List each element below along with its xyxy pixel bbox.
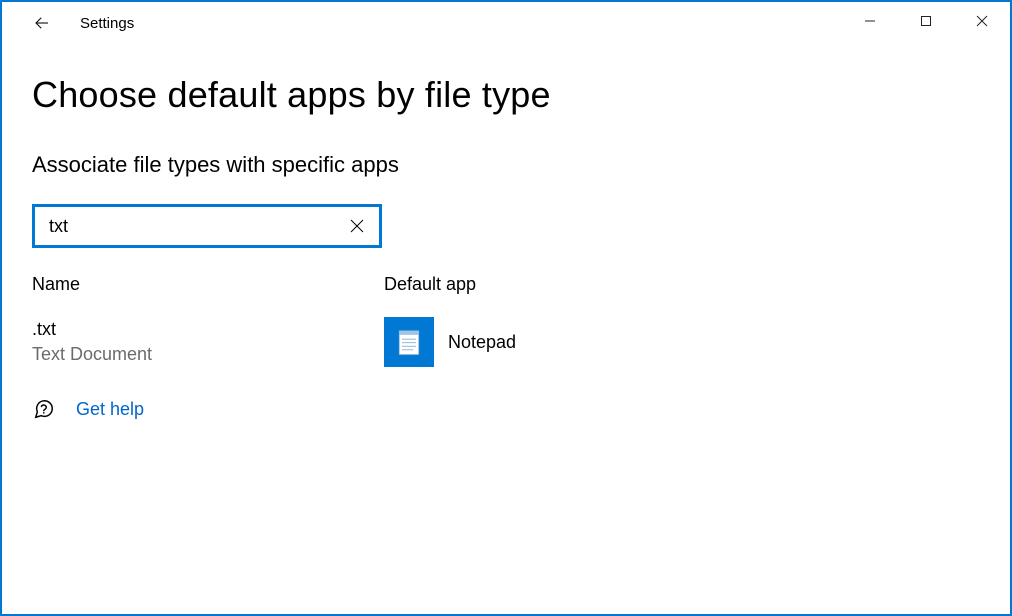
columns-header: Name Default app [32, 274, 980, 295]
column-header-name: Name [32, 274, 384, 295]
default-app-button[interactable]: Notepad [384, 317, 516, 367]
minimize-button[interactable] [842, 2, 898, 40]
search-field[interactable] [32, 204, 382, 248]
close-button[interactable] [954, 2, 1010, 40]
search-input[interactable] [49, 207, 345, 245]
default-app-name: Notepad [448, 332, 516, 353]
clear-icon [350, 219, 364, 233]
back-arrow-icon [33, 14, 51, 32]
back-button[interactable] [22, 3, 62, 43]
clear-search-button[interactable] [345, 214, 369, 238]
maximize-icon [920, 15, 932, 27]
page-subheading: Associate file types with specific apps [32, 152, 980, 178]
get-help-link[interactable]: Get help [76, 399, 144, 420]
page-title: Choose default apps by file type [32, 74, 980, 116]
help-icon [32, 397, 56, 421]
close-icon [976, 15, 988, 27]
extension-name: .txt [32, 317, 384, 342]
help-row: Get help [32, 397, 980, 421]
notepad-icon [384, 317, 434, 367]
window-title: Settings [80, 15, 134, 32]
window-controls [842, 2, 1010, 40]
titlebar: Settings [2, 2, 1010, 44]
page-content: Choose default apps by file type Associa… [2, 44, 1010, 421]
filetype-row: .txt Text Document Notepad [32, 317, 980, 367]
minimize-icon [864, 15, 876, 27]
extension-description: Text Document [32, 342, 384, 367]
maximize-button[interactable] [898, 2, 954, 40]
column-header-default-app: Default app [384, 274, 476, 295]
filetype-info: .txt Text Document [32, 317, 384, 367]
